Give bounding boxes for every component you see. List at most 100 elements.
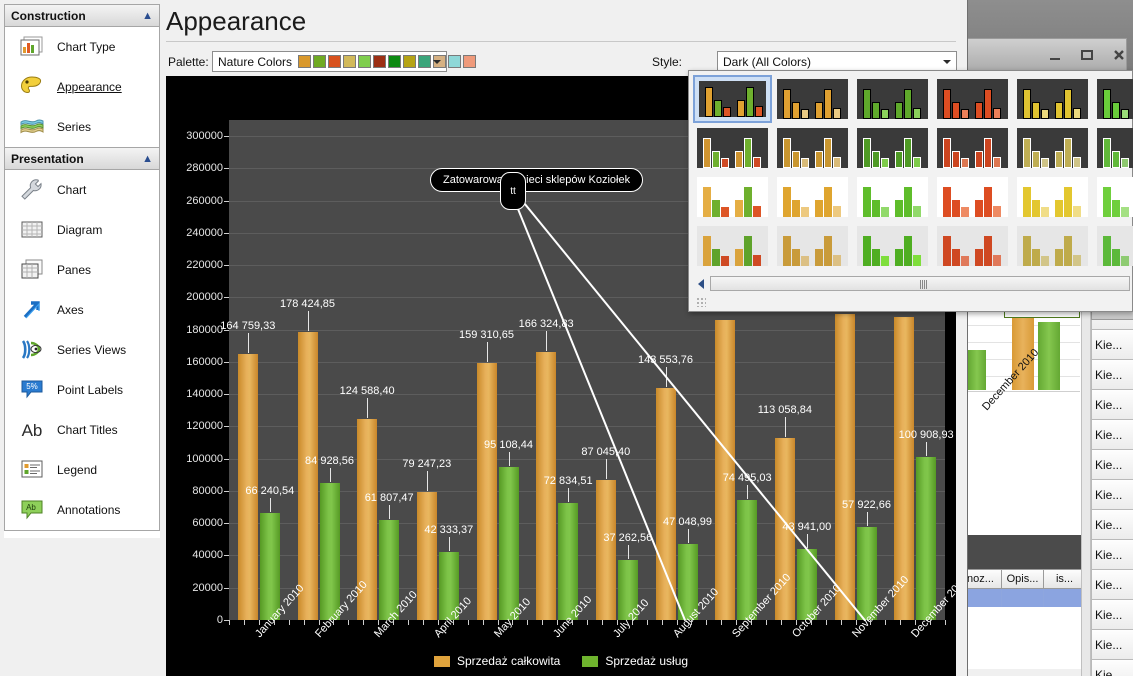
style-gallery-item[interactable] — [693, 222, 772, 270]
style-gallery-scroll-track[interactable] — [710, 276, 1130, 291]
list-item[interactable]: Kie... — [1091, 420, 1133, 450]
resize-grip-icon[interactable] — [696, 297, 706, 307]
palette-combobox[interactable]: Nature Colors — [212, 51, 477, 72]
style-thumbnail-bar — [984, 187, 992, 217]
chart-bar[interactable] — [595, 479, 616, 620]
background-mini-chart-card: 922,66 December 2010 noz... Opis... is..… — [922, 304, 1086, 669]
style-gallery-item[interactable] — [853, 75, 932, 123]
sidebar-group-header[interactable]: Construction ▲ — [5, 5, 159, 27]
palette-dropdown-arrow[interactable] — [428, 53, 445, 70]
style-gallery-item[interactable] — [853, 222, 932, 270]
style-gallery-item[interactable] — [693, 75, 772, 123]
style-thumbnail-bar — [952, 102, 960, 119]
sidebar-group-header[interactable]: Presentation ▲ — [5, 148, 159, 170]
style-gallery-item[interactable] — [853, 173, 932, 221]
style-gallery-scroll-thumb[interactable] — [920, 280, 928, 289]
legend-item[interactable]: Sprzedaż całkowita — [433, 654, 560, 668]
minimize-icon[interactable] — [1046, 46, 1064, 64]
list-item[interactable]: Kie... — [1091, 330, 1133, 360]
style-gallery-item[interactable] — [1013, 124, 1092, 172]
sidebar-item-chart-type[interactable]: Chart Type — [5, 27, 159, 67]
list-item[interactable]: Kie... — [1091, 600, 1133, 630]
chart-annotation-badge[interactable]: tt — [500, 172, 526, 210]
list-item[interactable]: Kie... — [1091, 630, 1133, 660]
list-item[interactable]: Kie... — [1091, 450, 1133, 480]
arrow-left-icon[interactable] — [693, 276, 708, 291]
chart-bar[interactable] — [737, 499, 758, 620]
sidebar-item-chart[interactable]: Chart — [5, 170, 159, 210]
style-thumbnail-bar — [943, 236, 951, 266]
style-gallery-item[interactable] — [693, 173, 772, 221]
y-axis-tick-label: 140000 — [186, 388, 223, 401]
sidebar-item-legend[interactable]: Legend — [5, 450, 159, 490]
chart-bar[interactable] — [498, 466, 519, 620]
style-gallery-item[interactable] — [853, 124, 932, 172]
style-thumbnail-bar — [1041, 109, 1049, 119]
background-scrollbar[interactable] — [1081, 300, 1091, 676]
chart-bar[interactable] — [416, 492, 437, 620]
chart-bar[interactable] — [655, 388, 676, 620]
list-item[interactable]: Kie... — [1091, 540, 1133, 570]
style-thumbnail-bar — [904, 89, 912, 119]
style-gallery-item[interactable] — [933, 75, 1012, 123]
sidebar-item-annotations[interactable]: Ab Annotations — [5, 490, 159, 530]
style-gallery-item[interactable] — [1013, 173, 1092, 221]
style-gallery-item[interactable] — [933, 124, 1012, 172]
chart-bar[interactable] — [558, 502, 579, 620]
sidebar-item-appearance[interactable]: Appearance — [5, 67, 159, 107]
sidebar-item-series[interactable]: Series — [5, 107, 159, 147]
style-gallery-item[interactable] — [773, 173, 852, 221]
list-item[interactable]: Kie... — [1091, 480, 1133, 510]
style-gallery-item[interactable] — [1093, 222, 1133, 270]
style-gallery-dropdown[interactable] — [688, 70, 1133, 312]
style-gallery-item[interactable] — [933, 222, 1012, 270]
list-item[interactable]: Kie... — [1091, 390, 1133, 420]
style-thumbnail-bar — [735, 249, 743, 266]
style-gallery-item[interactable] — [693, 124, 772, 172]
chart-bar[interactable] — [715, 320, 736, 620]
sidebar-item-series-views[interactable]: Series Views — [5, 330, 159, 370]
chevron-up-icon[interactable]: ▲ — [142, 153, 153, 165]
style-combobox[interactable]: Dark (All Colors) — [717, 51, 957, 72]
style-gallery-item[interactable] — [1093, 124, 1133, 172]
chart-bar[interactable] — [476, 363, 497, 620]
list-item[interactable]: Kie... — [1091, 660, 1133, 676]
background-table-row[interactable] — [960, 589, 1086, 607]
style-gallery-item[interactable] — [1093, 173, 1133, 221]
style-gallery-item[interactable] — [773, 222, 852, 270]
sidebar-item-point-labels[interactable]: 5% Point Labels — [5, 370, 159, 410]
maximize-icon[interactable] — [1078, 46, 1096, 64]
sidebar-item-panes[interactable]: Panes — [5, 250, 159, 290]
close-icon[interactable] — [1110, 46, 1128, 64]
y-axis-tick-label: 80000 — [192, 484, 223, 497]
style-gallery-scrollbar[interactable] — [693, 275, 1130, 292]
sidebar-item-chart-titles[interactable]: Ab Chart Titles — [5, 410, 159, 450]
chart-bar[interactable] — [834, 313, 855, 620]
list-item[interactable]: Kie... — [1091, 570, 1133, 600]
chart-bar[interactable] — [297, 332, 318, 620]
header-divider — [166, 41, 956, 42]
style-thumbnail-bar — [703, 138, 711, 168]
style-gallery-item[interactable] — [773, 75, 852, 123]
x-axis-tick — [527, 620, 529, 625]
style-gallery-item[interactable] — [1013, 75, 1092, 123]
chart-bar[interactable] — [319, 483, 340, 620]
list-item[interactable]: Kie... — [1091, 510, 1133, 540]
chart-bar[interactable] — [916, 457, 937, 620]
style-thumbnail-bar — [833, 255, 841, 266]
series-icon — [15, 112, 49, 142]
style-gallery-item[interactable] — [1093, 75, 1133, 123]
sidebar-item-diagram[interactable]: Diagram — [5, 210, 159, 250]
chevron-up-icon[interactable]: ▲ — [142, 10, 153, 22]
style-gallery-item[interactable] — [1013, 222, 1092, 270]
style-gallery-item[interactable] — [773, 124, 852, 172]
sidebar-item-axes[interactable]: Axes — [5, 290, 159, 330]
sidebar-item-label: Chart — [57, 183, 87, 197]
x-axis-tick — [915, 620, 917, 625]
legend-item[interactable]: Sprzedaż usług — [582, 654, 688, 668]
style-label: Style: — [652, 55, 683, 69]
chart-annotation[interactable]: Zatowarowanie sieci sklepów Koziołek — [430, 168, 644, 192]
list-item[interactable]: Kie... — [1091, 360, 1133, 390]
style-dropdown-arrow[interactable] — [938, 53, 955, 70]
style-gallery-item[interactable] — [933, 173, 1012, 221]
